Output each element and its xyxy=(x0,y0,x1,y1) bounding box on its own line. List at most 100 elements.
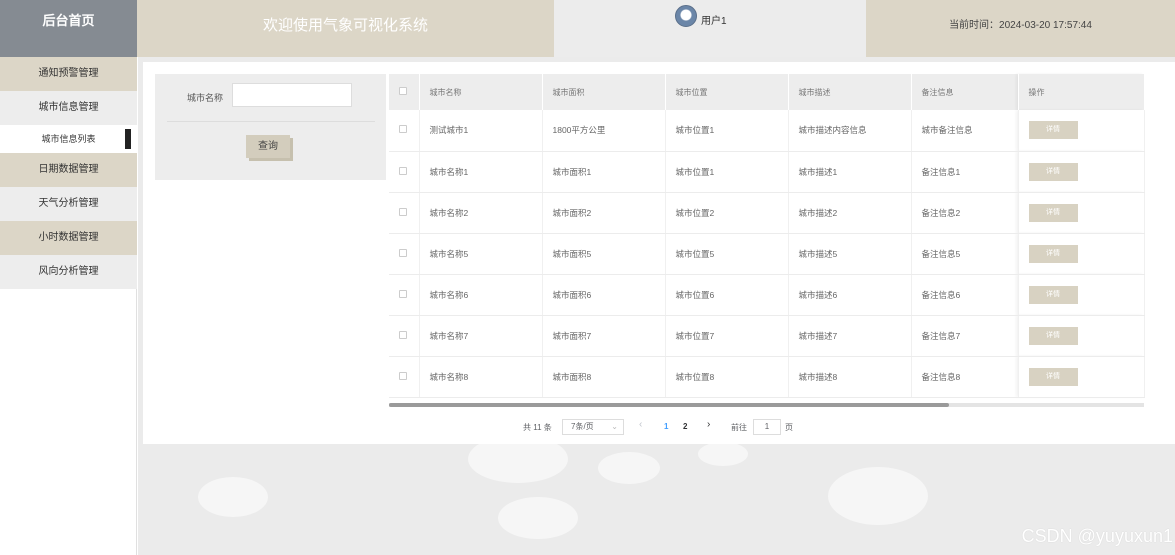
cell-city-description: 城市描述7 xyxy=(788,315,912,357)
cell-city-area: 城市面积1 xyxy=(542,151,666,193)
background-bubble xyxy=(698,442,748,466)
sidebar-subitem-label: 城市信息列表 xyxy=(41,134,96,144)
row-checkbox[interactable] xyxy=(399,166,407,175)
query-button[interactable]: 查询 xyxy=(246,135,290,158)
sidebar-subitem-city-list[interactable]: 城市信息列表 xyxy=(0,125,137,153)
cell-remarks: 备注信息1 xyxy=(911,151,1019,193)
column-header: 操作 xyxy=(1017,74,1145,110)
cell-city-area: 城市面积5 xyxy=(542,233,666,275)
row-checkbox[interactable] xyxy=(399,207,407,216)
cell-city-name: 城市名称7 xyxy=(419,315,543,357)
welcome-title: 欢迎使用气象可视化系统 xyxy=(137,0,554,57)
top-header: 后台首页 欢迎使用气象可视化系统 用户1 当前时间：2024-03-20 17:… xyxy=(0,0,1175,57)
table-row: 城市名称6 城市面积6 城市位置6 城市描述6 备注信息6 详情 xyxy=(389,274,1145,316)
cell-remarks: 备注信息5 xyxy=(911,233,1019,275)
cell-city-location: 城市位置1 xyxy=(665,151,789,193)
sidebar-item-date-data[interactable]: 日期数据管理 xyxy=(0,153,137,187)
search-box: 城市名称 查询 xyxy=(155,74,386,180)
cell-city-name: 城市名称8 xyxy=(419,356,543,398)
page-number[interactable]: 1 xyxy=(664,422,668,431)
sidebar-item-city-info[interactable]: 城市信息管理 xyxy=(0,91,137,125)
main-area: 城市名称 查询 城市名称 城市面积 城市位置 城市描述 备注信息 操作 测试城市… xyxy=(138,57,1175,555)
table-row: 测试城市1 1800平方公里 城市位置1 城市描述内容信息 城市备注信息 详情 xyxy=(389,110,1145,152)
sidebar-item-notice-warning[interactable]: 通知预警管理 xyxy=(0,57,137,91)
goto-label: 前往 xyxy=(731,423,747,432)
detail-button[interactable]: 详情 xyxy=(1028,203,1078,222)
column-header: 城市位置 xyxy=(665,74,789,110)
background-bubble xyxy=(198,477,268,517)
active-marker xyxy=(125,129,131,149)
page-number[interactable]: 2 xyxy=(683,422,687,431)
row-checkbox[interactable] xyxy=(399,330,407,339)
current-time: 当前时间：2024-03-20 17:57:44 xyxy=(866,0,1175,57)
prev-page-icon[interactable]: ‹ xyxy=(639,419,642,430)
cell-city-name: 城市名称2 xyxy=(419,192,543,234)
city-table: 城市名称 城市面积 城市位置 城市描述 备注信息 操作 测试城市1 1800平方… xyxy=(389,74,1145,404)
scrollbar-thumb[interactable] xyxy=(389,403,949,407)
goto-page-input[interactable]: 1 xyxy=(753,419,781,435)
background-bubble xyxy=(498,497,578,539)
horizontal-scrollbar[interactable] xyxy=(389,403,1144,407)
row-checkbox[interactable] xyxy=(399,125,407,134)
divider xyxy=(167,121,375,122)
row-checkbox[interactable] xyxy=(399,371,407,380)
cell-city-location: 城市位置7 xyxy=(665,315,789,357)
detail-button[interactable]: 详情 xyxy=(1028,162,1078,181)
cell-city-name: 测试城市1 xyxy=(419,110,543,152)
background-bubble xyxy=(828,467,928,525)
select-all-cell[interactable] xyxy=(389,74,420,110)
detail-button[interactable]: 详情 xyxy=(1028,285,1078,304)
detail-button[interactable]: 详情 xyxy=(1028,367,1078,386)
detail-button[interactable]: 详情 xyxy=(1028,326,1078,345)
table-row: 城市名称5 城市面积5 城市位置5 城市描述5 备注信息5 详情 xyxy=(389,233,1145,275)
page-size-select[interactable]: 7条/页 ⌄ xyxy=(562,419,624,435)
sidebar-item-weather-analysis[interactable]: 天气分析管理 xyxy=(0,187,137,221)
chevron-down-icon: ⌄ xyxy=(611,422,618,431)
cell-remarks: 备注信息2 xyxy=(911,192,1019,234)
cell-city-area: 1800平方公里 xyxy=(542,110,666,152)
cell-city-location: 城市位置2 xyxy=(665,192,789,234)
detail-button[interactable]: 详情 xyxy=(1028,244,1078,263)
cell-remarks: 城市备注信息 xyxy=(911,110,1019,152)
page-size-value: 7条/页 xyxy=(571,422,594,431)
watermark: CSDN @yuyuxun1 xyxy=(1021,526,1173,546)
cell-city-name: 城市名称5 xyxy=(419,233,543,275)
cell-city-description: 城市描述2 xyxy=(788,192,912,234)
user-area[interactable]: 用户1 xyxy=(554,0,866,57)
cell-city-description: 城市描述5 xyxy=(788,233,912,275)
row-checkbox[interactable] xyxy=(399,289,407,298)
background-bubble xyxy=(598,452,660,484)
cell-city-area: 城市面积8 xyxy=(542,356,666,398)
table-row: 城市名称7 城市面积7 城市位置7 城市描述7 备注信息7 详情 xyxy=(389,315,1145,357)
table-row: 城市名称1 城市面积1 城市位置1 城市描述1 备注信息1 详情 xyxy=(389,151,1145,193)
select-all-checkbox[interactable] xyxy=(399,87,407,95)
sidebar-item-hour-data[interactable]: 小时数据管理 xyxy=(0,221,137,255)
column-header: 城市描述 xyxy=(788,74,912,110)
pagination: 共 11 条 7条/页 ⌄ ‹ 1 2 › 前往 1 页 xyxy=(523,419,943,435)
avatar-icon[interactable] xyxy=(675,5,697,27)
cell-city-location: 城市位置1 xyxy=(665,110,789,152)
city-name-input[interactable] xyxy=(232,83,352,107)
sidebar: 通知预警管理 城市信息管理 城市信息列表 日期数据管理 天气分析管理 小时数据管… xyxy=(0,57,137,555)
cell-city-location: 城市位置8 xyxy=(665,356,789,398)
cell-remarks: 备注信息8 xyxy=(911,356,1019,398)
row-checkbox[interactable] xyxy=(399,248,407,257)
cell-city-description: 城市描述内容信息 xyxy=(788,110,912,152)
sidebar-item-wind-analysis[interactable]: 风向分析管理 xyxy=(0,255,137,289)
cell-city-description: 城市描述8 xyxy=(788,356,912,398)
username[interactable]: 用户1 xyxy=(701,12,727,27)
cell-remarks: 备注信息7 xyxy=(911,315,1019,357)
cell-city-name: 城市名称6 xyxy=(419,274,543,316)
column-header: 城市面积 xyxy=(542,74,666,110)
total-count: 共 11 条 xyxy=(523,423,552,432)
home-link[interactable]: 后台首页 xyxy=(0,0,137,57)
next-page-icon[interactable]: › xyxy=(707,419,710,430)
detail-button[interactable]: 详情 xyxy=(1028,121,1078,140)
goto-suffix: 页 xyxy=(785,423,793,432)
table-row: 城市名称8 城市面积8 城市位置8 城市描述8 备注信息8 详情 xyxy=(389,356,1145,398)
cell-city-description: 城市描述1 xyxy=(788,151,912,193)
cell-city-area: 城市面积7 xyxy=(542,315,666,357)
cell-city-name: 城市名称1 xyxy=(419,151,543,193)
cell-city-area: 城市面积6 xyxy=(542,274,666,316)
cell-city-location: 城市位置6 xyxy=(665,274,789,316)
